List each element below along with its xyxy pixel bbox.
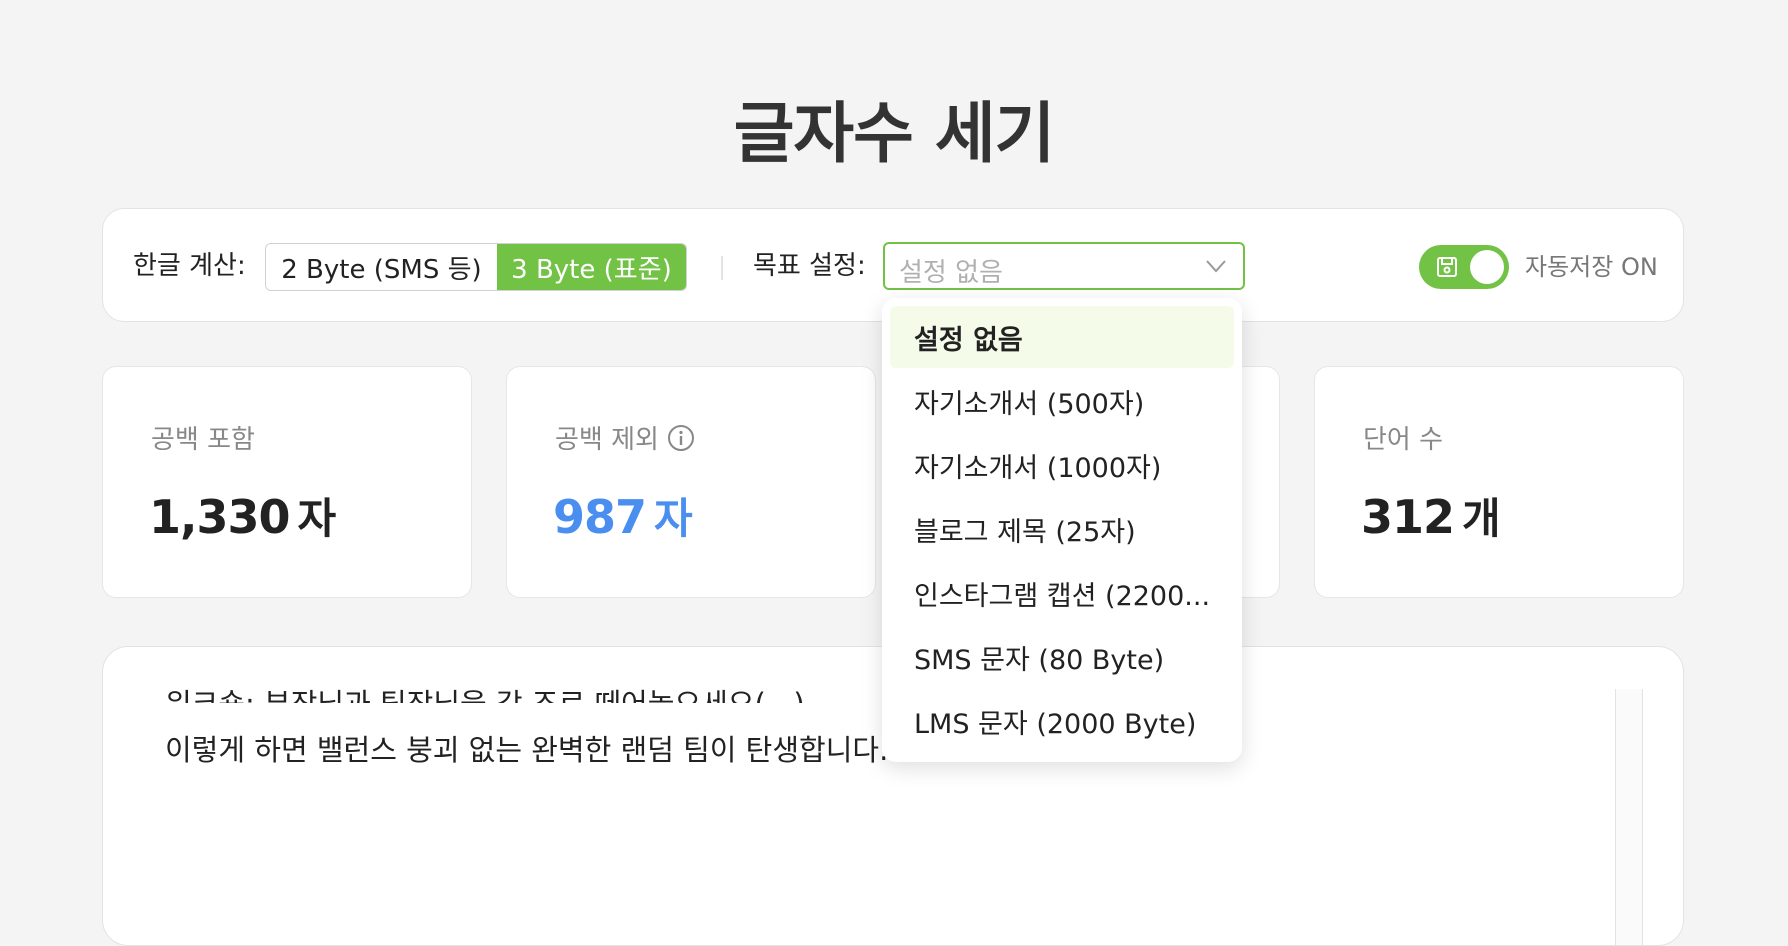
editor-scrollbar[interactable]: [1615, 689, 1643, 945]
stat-unit: 자: [654, 494, 693, 543]
stat-label-text: 공백 포함: [151, 425, 255, 455]
autosave-toggle[interactable]: [1419, 245, 1509, 289]
hangul-calc-label: 한글 계산:: [133, 251, 246, 281]
stat-label: 공백 포함: [151, 419, 255, 456]
stat-label: 공백 제외: [555, 419, 695, 456]
stat-unit: 개: [1462, 494, 1501, 543]
stat-unit: 자: [297, 494, 337, 543]
dropdown-item-sms[interactable]: SMS 문자 (80 Byte): [890, 626, 1234, 688]
byte-mode-selector: 2 Byte (SMS 등) 3 Byte (표준): [265, 243, 687, 291]
byte-3-option[interactable]: 3 Byte (표준): [496, 244, 686, 290]
goal-label: 목표 설정:: [753, 251, 866, 281]
chevron-down-icon: [1206, 260, 1226, 273]
info-icon[interactable]: [667, 424, 695, 452]
toolbar-divider: [721, 256, 723, 280]
dropdown-item-intro-500[interactable]: 자기소개서 (500자): [890, 370, 1234, 432]
stat-value: 312 개: [1361, 485, 1501, 546]
stat-card-without-spaces: 공백 제외 987 자: [506, 366, 876, 598]
stat-label-text: 공백 제외: [555, 425, 659, 455]
dropdown-item-intro-1000[interactable]: 자기소개서 (1000자): [890, 434, 1234, 496]
dropdown-item-none[interactable]: 설정 없음: [890, 306, 1234, 368]
stat-value: 1,330 자: [149, 485, 337, 546]
dropdown-item-instagram[interactable]: 인스타그램 캡션 (2200...: [890, 562, 1234, 624]
page-title: 글자수 세기: [733, 95, 1056, 172]
goal-select-value: 설정 없음: [899, 258, 1003, 288]
autosave-label: 자동저장 ON: [1525, 253, 1658, 281]
editor-line: 이렇게 하면 밸런스 붕괴 없는 완벽한 랜덤 팀이 탄생합니다.: [165, 733, 889, 767]
editor-line: 워크숍: 부장님과 팀장님을 각 조로 떼어놓으세요(...): [165, 681, 805, 703]
dropdown-item-lms[interactable]: LMS 문자 (2000 Byte): [890, 690, 1234, 752]
stat-number: 1,330: [149, 490, 291, 544]
stat-card-with-spaces: 공백 포함 1,330 자: [102, 366, 472, 598]
stat-number: 987: [553, 490, 647, 544]
dropdown-item-blog-title[interactable]: 블로그 제목 (25자): [890, 498, 1234, 560]
stat-number: 312: [1361, 490, 1455, 544]
goal-dropdown-menu: 설정 없음 자기소개서 (500자) 자기소개서 (1000자) 블로그 제목 …: [882, 298, 1242, 762]
goal-select[interactable]: 설정 없음: [883, 242, 1245, 290]
stat-card-word-count: 단어 수 312 개: [1314, 366, 1684, 598]
stat-label: 단어 수: [1363, 419, 1443, 456]
stat-label-text: 단어 수: [1363, 425, 1444, 455]
stat-value: 987 자: [553, 485, 693, 546]
toggle-knob: [1470, 250, 1504, 284]
byte-2-option[interactable]: 2 Byte (SMS 등): [266, 244, 497, 290]
save-icon: [1437, 257, 1457, 277]
